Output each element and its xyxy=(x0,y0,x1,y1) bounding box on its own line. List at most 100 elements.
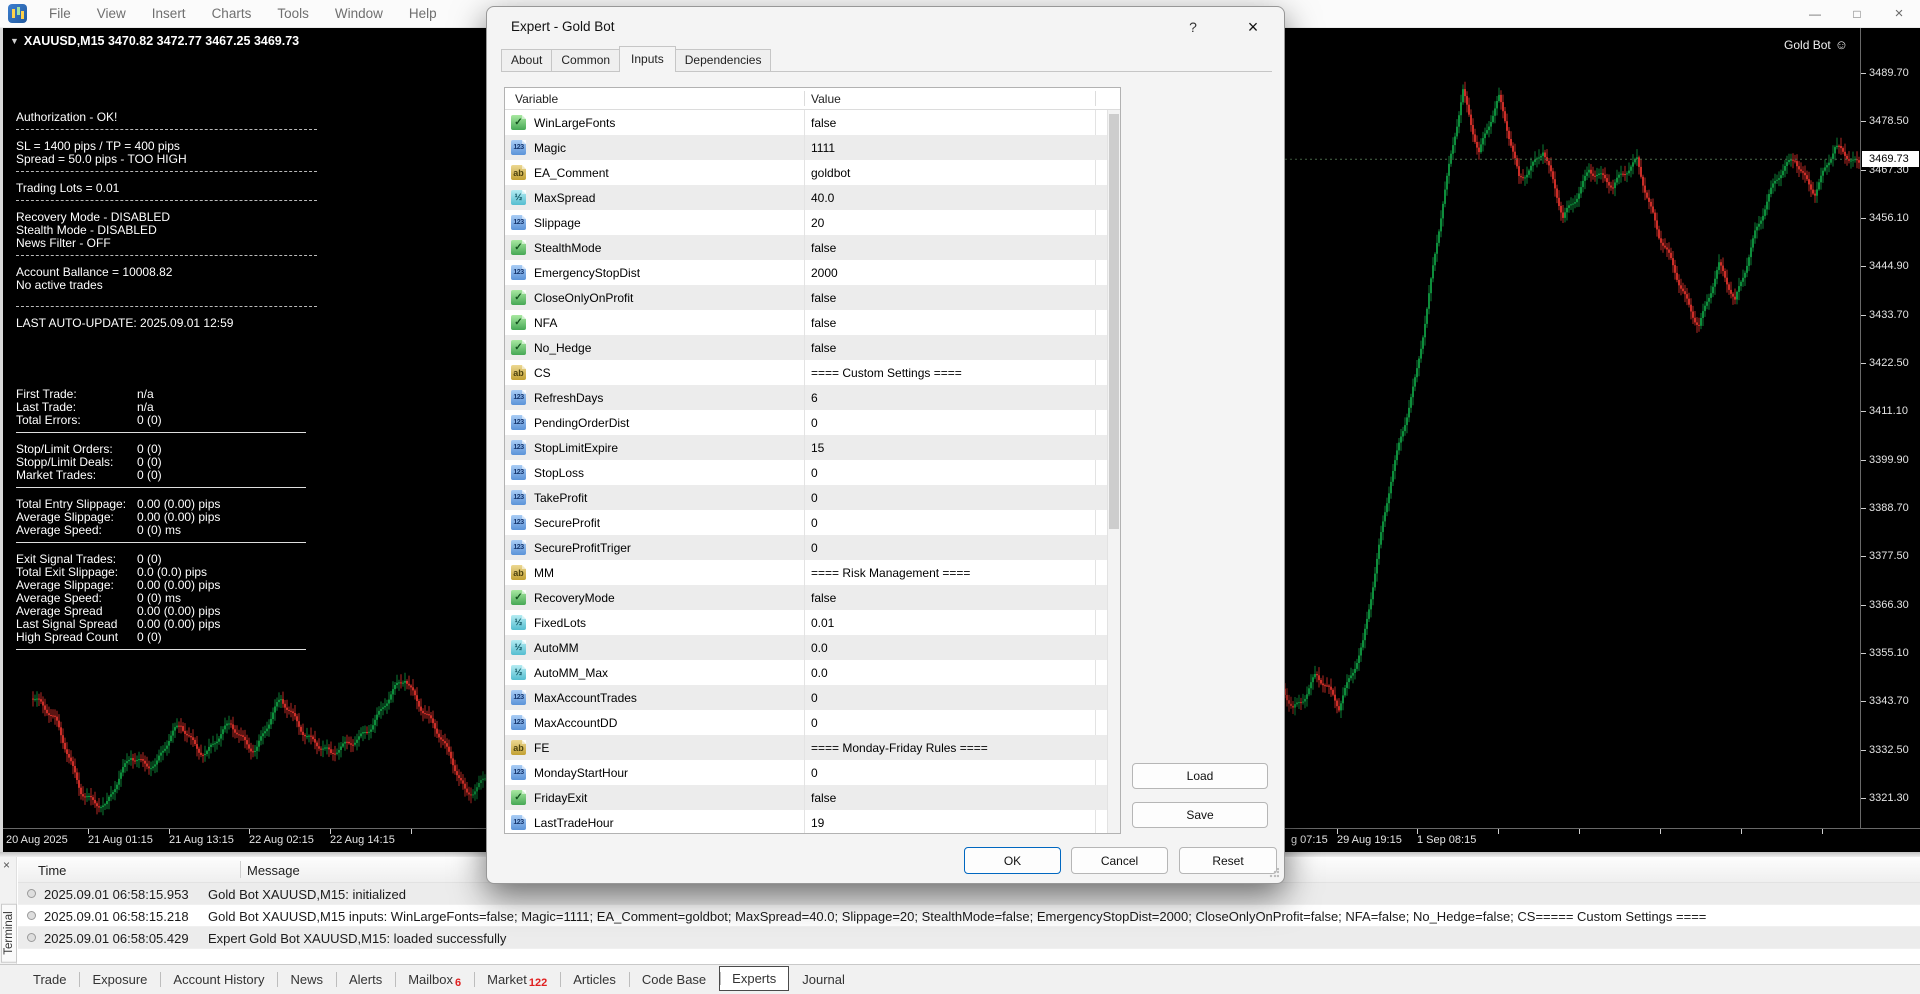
load-button[interactable]: Load xyxy=(1132,763,1268,789)
chart-symbol-title[interactable]: ▼ XAUUSD,M15 3470.82 3472.77 3467.25 3469… xyxy=(10,34,299,48)
log-column-message[interactable]: Message xyxy=(247,863,300,878)
param-value[interactable]: 0.0 xyxy=(811,666,828,680)
param-value[interactable]: 20 xyxy=(811,216,824,230)
param-value[interactable]: 0 xyxy=(811,466,818,480)
param-row-No_Hedge[interactable]: ✓ No_Hedge false xyxy=(505,335,1107,360)
table-header[interactable]: Variable Value xyxy=(505,88,1120,110)
param-value[interactable]: 19 xyxy=(811,816,824,830)
toolbox-vertical-tab[interactable]: Terminal xyxy=(1,903,17,963)
param-value[interactable]: false xyxy=(811,316,836,330)
param-row-MaxAccountTrades[interactable]: 123 MaxAccountTrades 0 xyxy=(505,685,1107,710)
log-column-time[interactable]: Time xyxy=(38,863,66,878)
param-row-StopLimitExpire[interactable]: 123 StopLimitExpire 15 xyxy=(505,435,1107,460)
param-row-FE[interactable]: ab FE ==== Monday-Friday Rules ==== xyxy=(505,735,1107,760)
param-row-EA_Comment[interactable]: ab EA_Comment goldbot xyxy=(505,160,1107,185)
param-row-Magic[interactable]: 123 Magic 1111 xyxy=(505,135,1107,160)
param-row-CS[interactable]: ab CS ==== Custom Settings ==== xyxy=(505,360,1107,385)
toolbox-tab-mailbox[interactable]: Mailbox 6 xyxy=(395,967,474,992)
param-row-LastTradeHour[interactable]: 123 LastTradeHour 19 xyxy=(505,810,1107,833)
toolbox-tab-alerts[interactable]: Alerts xyxy=(335,967,395,992)
tab-inputs[interactable]: Inputs xyxy=(619,46,676,72)
reset-button[interactable]: Reset xyxy=(1179,847,1277,874)
param-row-MaxAccountDD[interactable]: 123 MaxAccountDD 0 xyxy=(505,710,1107,735)
param-value[interactable]: 0.01 xyxy=(811,616,834,630)
param-value[interactable]: false xyxy=(811,116,836,130)
log-row[interactable]: 2025.09.01 06:58:05.429 Expert Gold Bot X… xyxy=(18,927,1920,949)
tab-dependencies[interactable]: Dependencies xyxy=(674,49,772,71)
log-column-divider[interactable] xyxy=(240,861,241,878)
toolbox-tab-news[interactable]: News xyxy=(277,967,336,992)
scrollbar-thumb[interactable] xyxy=(1109,114,1119,529)
tab-common[interactable]: Common xyxy=(551,49,621,71)
param-row-FixedLots[interactable]: ½ FixedLots 0.01 xyxy=(505,610,1107,635)
param-value[interactable]: false xyxy=(811,241,836,255)
param-row-Slippage[interactable]: 123 Slippage 20 xyxy=(505,210,1107,235)
log-row[interactable]: 2025.09.01 06:58:15.218 Gold Bot XAUUSD,M… xyxy=(18,905,1920,927)
param-row-MM[interactable]: ab MM ==== Risk Management ==== xyxy=(505,560,1107,585)
close-window-icon[interactable]: × xyxy=(1878,0,1920,27)
param-value[interactable]: false xyxy=(811,791,836,805)
price-axis[interactable]: 3489.70 3478.50 3467.30 3456.10 3444.90 3433.… xyxy=(1860,28,1920,828)
param-value[interactable]: 0 xyxy=(811,516,818,530)
restore-icon[interactable]: □ xyxy=(1836,0,1878,27)
toolbox-tab-code-base[interactable]: Code Base xyxy=(628,967,719,992)
toolbox-tab-trade[interactable]: Trade xyxy=(20,967,79,992)
param-row-NFA[interactable]: ✓ NFA false xyxy=(505,310,1107,335)
column-header-value[interactable]: Value xyxy=(811,92,841,106)
toolbox-tab-experts[interactable]: Experts xyxy=(719,966,790,991)
param-row-EmergencyStopDist[interactable]: 123 EmergencyStopDist 2000 xyxy=(505,260,1107,285)
param-row-AutoMM[interactable]: ½ AutoMM 0.0 xyxy=(505,635,1107,660)
param-row-TakeProfit[interactable]: 123 TakeProfit 0 xyxy=(505,485,1107,510)
ok-button[interactable]: OK xyxy=(964,847,1061,874)
toolbox-tab-articles[interactable]: Articles xyxy=(560,967,629,992)
param-value[interactable]: 0 xyxy=(811,416,818,430)
param-row-MaxSpread[interactable]: ½ MaxSpread 40.0 xyxy=(505,185,1107,210)
save-button[interactable]: Save xyxy=(1132,802,1268,828)
toolbox-tab-market[interactable]: Market 122 xyxy=(474,967,560,992)
table-scrollbar[interactable] xyxy=(1107,110,1120,833)
minimize-icon[interactable]: — xyxy=(1794,0,1836,27)
cancel-button[interactable]: Cancel xyxy=(1071,847,1168,874)
param-value[interactable]: false xyxy=(811,341,836,355)
column-header-variable[interactable]: Variable xyxy=(515,92,558,106)
param-row-CloseOnlyOnProfit[interactable]: ✓ CloseOnlyOnProfit false xyxy=(505,285,1107,310)
param-row-PendingOrderDist[interactable]: 123 PendingOrderDist 0 xyxy=(505,410,1107,435)
ea-name-label[interactable]: Gold Bot ☺ xyxy=(1784,37,1848,52)
close-toolbox-icon[interactable]: × xyxy=(3,859,10,871)
menu-item-file[interactable]: File xyxy=(36,0,84,27)
param-row-WinLargeFonts[interactable]: ✓ WinLargeFonts false xyxy=(505,110,1107,135)
menu-item-help[interactable]: Help xyxy=(396,0,450,27)
log-row[interactable]: 2025.09.01 06:58:15.953 Gold Bot XAUUSD,M… xyxy=(18,883,1920,905)
menu-item-view[interactable]: View xyxy=(84,0,139,27)
param-value[interactable]: goldbot xyxy=(811,166,850,180)
help-icon[interactable]: ? xyxy=(1173,13,1213,41)
param-value[interactable]: 0 xyxy=(811,691,818,705)
param-row-StealthMode[interactable]: ✓ StealthMode false xyxy=(505,235,1107,260)
toolbox-tab-exposure[interactable]: Exposure xyxy=(79,967,160,992)
param-value[interactable]: 1111 xyxy=(811,141,835,155)
menu-item-window[interactable]: Window xyxy=(322,0,396,27)
param-value[interactable]: 0.0 xyxy=(811,641,828,655)
param-value[interactable]: 6 xyxy=(811,391,818,405)
tab-about[interactable]: About xyxy=(501,49,553,71)
param-value[interactable]: 0 xyxy=(811,716,818,730)
param-value[interactable]: 40.0 xyxy=(811,191,834,205)
param-value[interactable]: ==== Monday-Friday Rules ==== xyxy=(811,741,988,755)
chevron-down-icon[interactable]: ▼ xyxy=(10,36,19,46)
param-row-StopLoss[interactable]: 123 StopLoss 0 xyxy=(505,460,1107,485)
menu-item-tools[interactable]: Tools xyxy=(264,0,322,27)
param-value[interactable]: 0 xyxy=(811,541,818,555)
param-value[interactable]: 2000 xyxy=(811,266,838,280)
param-value[interactable]: ==== Custom Settings ==== xyxy=(811,366,962,380)
param-row-SecureProfit[interactable]: 123 SecureProfit 0 xyxy=(505,510,1107,535)
param-value[interactable]: 0 xyxy=(811,766,818,780)
param-row-AutoMM_Max[interactable]: ½ AutoMM_Max 0.0 xyxy=(505,660,1107,685)
param-row-RefreshDays[interactable]: 123 RefreshDays 6 xyxy=(505,385,1107,410)
menu-item-charts[interactable]: Charts xyxy=(199,0,265,27)
param-row-RecoveryMode[interactable]: ✓ RecoveryMode false xyxy=(505,585,1107,610)
param-row-FridayExit[interactable]: ✓ FridayExit false xyxy=(505,785,1107,810)
param-value[interactable]: false xyxy=(811,291,836,305)
param-value[interactable]: false xyxy=(811,591,836,605)
close-dialog-icon[interactable]: × xyxy=(1231,13,1275,41)
resize-grip[interactable] xyxy=(1269,868,1279,878)
